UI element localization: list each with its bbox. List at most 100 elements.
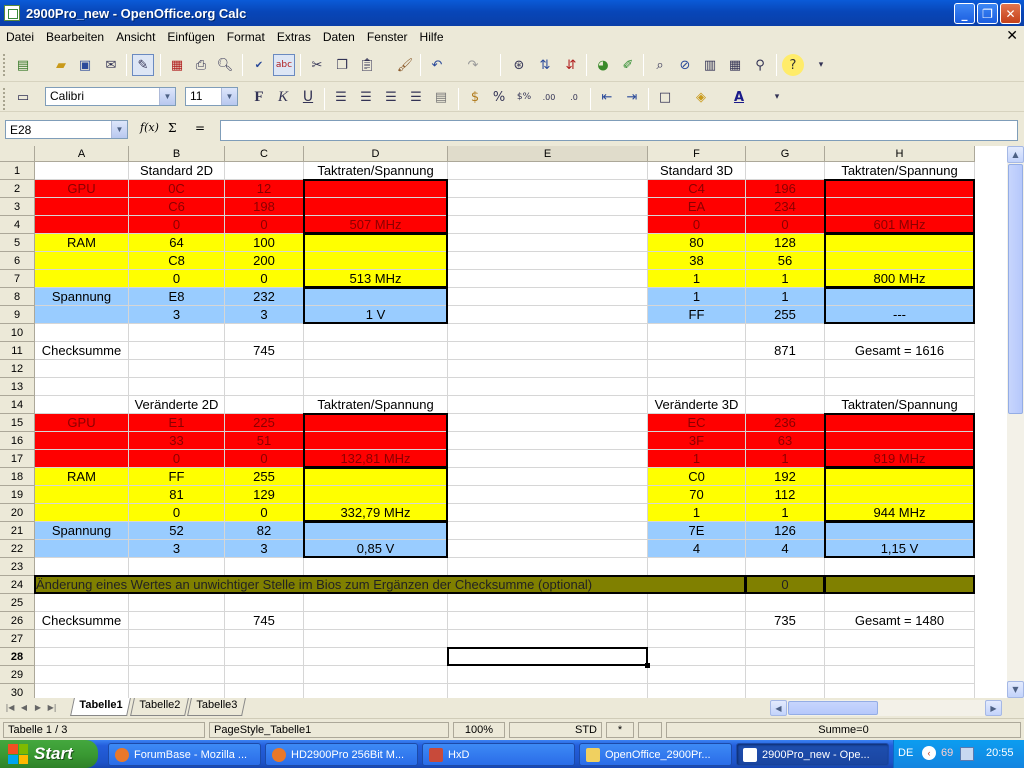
- cell-f23[interactable]: [648, 558, 746, 576]
- row-header-17[interactable]: 17: [0, 450, 35, 468]
- justify-icon[interactable]: ☰: [405, 86, 427, 108]
- cell-c26[interactable]: 745: [225, 612, 304, 630]
- standard-format-icon[interactable]: $%: [513, 86, 535, 108]
- cell-f19[interactable]: 70: [648, 486, 746, 504]
- cell-e17[interactable]: [448, 450, 648, 468]
- cell-h4[interactable]: 601 MHz: [825, 216, 975, 234]
- cell-h6[interactable]: [825, 252, 975, 270]
- spellcheck-icon[interactable]: ✔: [248, 54, 270, 76]
- cell-c10[interactable]: [225, 324, 304, 342]
- save-icon[interactable]: ▣: [74, 54, 96, 76]
- row-header-9[interactable]: 9: [0, 306, 35, 324]
- status-mode[interactable]: STD: [509, 722, 602, 738]
- cell-g13[interactable]: [746, 378, 825, 396]
- cell-e26[interactable]: [448, 612, 648, 630]
- cell-d8[interactable]: [304, 288, 448, 306]
- scroll-down-icon[interactable]: ▼: [1007, 681, 1024, 698]
- cell-h9[interactable]: ---: [825, 306, 975, 324]
- cell-a20[interactable]: [35, 504, 129, 522]
- row-header-20[interactable]: 20: [0, 504, 35, 522]
- row-header-11[interactable]: 11: [0, 342, 35, 360]
- cell-h8[interactable]: [825, 288, 975, 306]
- row-header-26[interactable]: 26: [0, 612, 35, 630]
- cell-g27[interactable]: [746, 630, 825, 648]
- cell-g8[interactable]: 1: [746, 288, 825, 306]
- tab-tabelle1[interactable]: Tabelle1: [70, 698, 132, 716]
- cell-e30[interactable]: [448, 684, 648, 698]
- row-header-14[interactable]: 14: [0, 396, 35, 414]
- task-forumbase[interactable]: ForumBase - Mozilla ...: [108, 743, 261, 766]
- cell-e12[interactable]: [448, 360, 648, 378]
- first-sheet-icon[interactable]: |◀: [4, 700, 16, 714]
- cell-b30[interactable]: [129, 684, 225, 698]
- cell-b3[interactable]: C6: [129, 198, 225, 216]
- export-pdf-icon[interactable]: ▦: [166, 54, 188, 76]
- cell-h11[interactable]: Gesamt = 1616: [825, 342, 975, 360]
- cell-g3[interactable]: 234: [746, 198, 825, 216]
- cell-b12[interactable]: [129, 360, 225, 378]
- cell-d15[interactable]: [304, 414, 448, 432]
- cell-h24[interactable]: [825, 576, 975, 594]
- cell-c16[interactable]: 51: [225, 432, 304, 450]
- cell-a19[interactable]: [35, 486, 129, 504]
- paste-icon[interactable]: 📋︎: [356, 54, 378, 76]
- row-header-16[interactable]: 16: [0, 432, 35, 450]
- cell-a12[interactable]: [35, 360, 129, 378]
- cell-h13[interactable]: [825, 378, 975, 396]
- cell-d23[interactable]: [304, 558, 448, 576]
- edit-file-icon[interactable]: ✎: [132, 54, 154, 76]
- row-header-10[interactable]: 10: [0, 324, 35, 342]
- chevron-down-icon[interactable]: ▼: [159, 88, 175, 105]
- menu-bearbeiten[interactable]: Bearbeiten: [40, 30, 110, 44]
- cell-e16[interactable]: [448, 432, 648, 450]
- cell-a22[interactable]: [35, 540, 129, 558]
- selected-cell-e28[interactable]: [447, 647, 650, 668]
- find-replace-icon[interactable]: ⌕: [649, 54, 671, 76]
- cell-c5[interactable]: 100: [225, 234, 304, 252]
- cell-a24[interactable]: Änderung eines Wertes an unwichtiger Ste…: [35, 576, 745, 594]
- cell-b19[interactable]: 81: [129, 486, 225, 504]
- column-header-f[interactable]: F: [648, 146, 746, 162]
- column-header-e[interactable]: E: [448, 146, 648, 162]
- cell-h21[interactable]: [825, 522, 975, 540]
- cell-b20[interactable]: 0: [129, 504, 225, 522]
- cell-e13[interactable]: [448, 378, 648, 396]
- cell-b29[interactable]: [129, 666, 225, 684]
- cell-f29[interactable]: [648, 666, 746, 684]
- chevron-down-icon[interactable]: ▼: [111, 121, 127, 138]
- data-sources-icon[interactable]: ▦: [724, 54, 746, 76]
- cell-c11[interactable]: 745: [225, 342, 304, 360]
- cell-f30[interactable]: [648, 684, 746, 698]
- cell-e21[interactable]: [448, 522, 648, 540]
- cell-g30[interactable]: [746, 684, 825, 698]
- cell-c7[interactable]: 0: [225, 270, 304, 288]
- tab-tabelle2[interactable]: Tabelle2: [130, 698, 189, 716]
- row-header-29[interactable]: 29: [0, 666, 35, 684]
- cell-a29[interactable]: [35, 666, 129, 684]
- page-preview-icon[interactable]: 🔍︎: [214, 54, 236, 76]
- cell-g9[interactable]: 255: [746, 306, 825, 324]
- cell-b1[interactable]: Standard 2D: [129, 162, 225, 180]
- cell-d27[interactable]: [304, 630, 448, 648]
- cell-f1[interactable]: Standard 3D: [648, 162, 746, 180]
- cell-d13[interactable]: [304, 378, 448, 396]
- formula-input[interactable]: [220, 120, 1018, 141]
- cell-a28[interactable]: [35, 648, 129, 666]
- cell-d14[interactable]: Taktraten/Spannung: [304, 396, 448, 414]
- cell-a13[interactable]: [35, 378, 129, 396]
- cell-g16[interactable]: 63: [746, 432, 825, 450]
- sort-ascending-icon[interactable]: ⇅: [534, 54, 556, 76]
- cell-e29[interactable]: [448, 666, 648, 684]
- toolbar-grip[interactable]: [3, 88, 7, 110]
- currency-format-icon[interactable]: $: [464, 86, 486, 108]
- cell-h20[interactable]: 944 MHz: [825, 504, 975, 522]
- email-icon[interactable]: ✉: [100, 54, 122, 76]
- cell-a30[interactable]: [35, 684, 129, 698]
- cell-h3[interactable]: [825, 198, 975, 216]
- cell-f4[interactable]: 0: [648, 216, 746, 234]
- function-button[interactable]: =: [195, 121, 205, 135]
- cell-f9[interactable]: FF: [648, 306, 746, 324]
- cell-f10[interactable]: [648, 324, 746, 342]
- menu-daten[interactable]: Daten: [317, 30, 361, 44]
- cell-d9[interactable]: 1 V: [304, 306, 448, 324]
